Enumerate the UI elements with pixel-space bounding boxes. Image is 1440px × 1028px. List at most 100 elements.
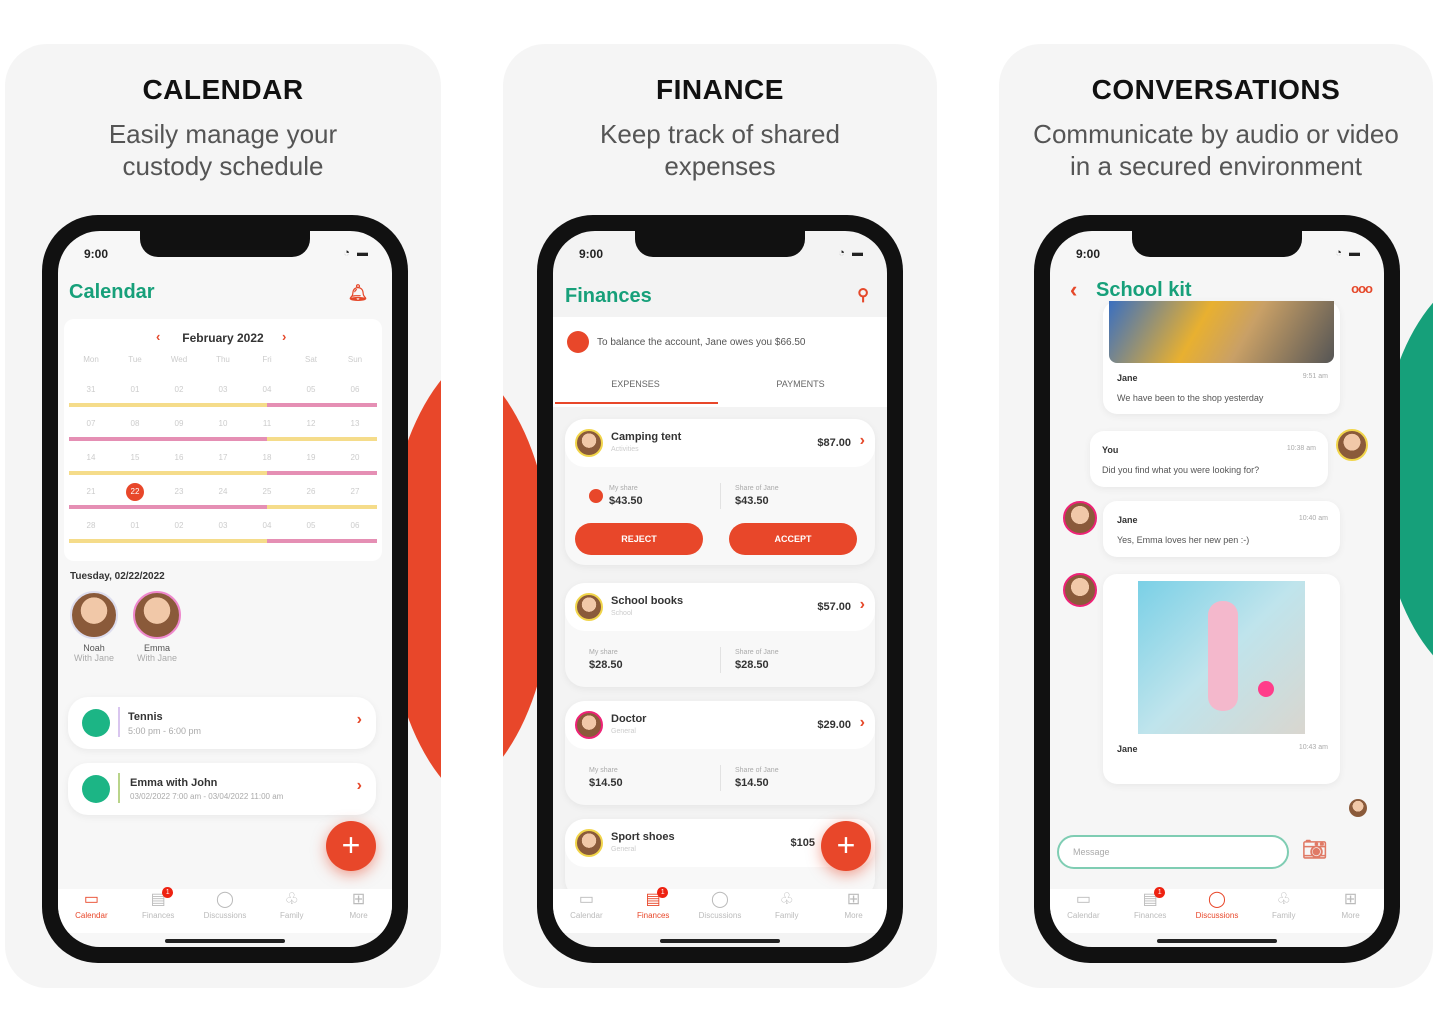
search-icon[interactable]: ⚲: [857, 285, 869, 305]
calendar-day[interactable]: 31: [82, 381, 100, 399]
conversation-title: School kit: [1096, 279, 1192, 301]
calendar-day[interactable]: 05: [302, 381, 320, 399]
tab-discussions[interactable]: ◯ Discussions: [690, 889, 750, 933]
tab-discussions[interactable]: ◯ Discussions: [1187, 889, 1247, 933]
calendar-day[interactable]: 06: [346, 517, 364, 535]
expense-card[interactable]: Doctor General $29.00 › My share $14.50 …: [565, 701, 875, 805]
weekday-label: Thu: [216, 355, 230, 364]
calendar-panel: CALENDAR Easily manage your custody sched…: [5, 44, 441, 988]
child-avatar-emma[interactable]: [133, 591, 181, 639]
tab-finances[interactable]: ▤ Finances 1: [1120, 887, 1180, 933]
tab-icon: ⊞: [351, 891, 366, 908]
avatar: [575, 829, 603, 857]
message-input[interactable]: Message: [1057, 835, 1289, 869]
phone-frame: 9:00 ◔ ▬ Finances ⚲ To balance the accou…: [537, 215, 903, 963]
chevron-right-icon: ›: [356, 711, 362, 728]
calendar-day[interactable]: 10: [214, 415, 232, 433]
chevron-right-icon: ›: [859, 714, 865, 731]
calendar-day[interactable]: 16: [170, 449, 188, 467]
phone-frame: 9:00 ◔ ▬ Calendar 🔔︎ ‹ February 2022 › M…: [42, 215, 408, 963]
notification-badge: 1: [657, 887, 669, 898]
panel-subtitle: Keep track of shared expenses: [600, 119, 840, 181]
calendar-day[interactable]: 22: [126, 483, 144, 501]
custody-bar: [267, 505, 377, 509]
calendar-day[interactable]: 08: [126, 415, 144, 433]
event-icon: [82, 775, 110, 803]
tab-calendar[interactable]: ▭ Calendar: [61, 889, 121, 933]
calendar-day[interactable]: 11: [258, 415, 276, 433]
back-arrow-icon[interactable]: ‹: [1070, 277, 1077, 303]
weekday-label: Sun: [347, 355, 363, 364]
calendar-day[interactable]: 28: [82, 517, 100, 535]
avatar: [1063, 573, 1097, 607]
expense-card[interactable]: Camping tent Activities $87.00 › My shar…: [565, 419, 875, 565]
child-avatar-noah[interactable]: [70, 591, 118, 639]
calendar-day[interactable]: 02: [170, 517, 188, 535]
calendar-day[interactable]: 18: [258, 449, 276, 467]
calendar-day[interactable]: 12: [302, 415, 320, 433]
calendar-day[interactable]: 19: [302, 449, 320, 467]
more-options-icon[interactable]: ooo: [1351, 281, 1373, 296]
calendar-day[interactable]: 15: [126, 449, 144, 467]
expense-card[interactable]: School books School $57.00 › My share $2…: [565, 583, 875, 687]
calendar-day[interactable]: 09: [170, 415, 188, 433]
calendar-day[interactable]: 04: [258, 381, 276, 399]
calendar-day[interactable]: 05: [302, 517, 320, 535]
chevron-right-icon: ›: [859, 596, 865, 613]
weekday-label: Mon: [83, 355, 99, 364]
calendar-day[interactable]: 21: [82, 483, 100, 501]
custody-bar: [69, 471, 267, 475]
calendar-day[interactable]: 27: [346, 483, 364, 501]
tab-icon: ♧: [284, 891, 299, 908]
camera-icon[interactable]: 📷︎: [1302, 837, 1327, 862]
chat-screen: 9:00 ◔ ▬ ‹ School kit ooo Jane 9:51 am W…: [1050, 231, 1384, 947]
avatar: [575, 429, 603, 457]
calendar-day[interactable]: 20: [346, 449, 364, 467]
custody-bar: [267, 403, 377, 407]
tab-calendar[interactable]: ▭ Calendar: [556, 889, 616, 933]
tab-calendar[interactable]: ▭ Calendar: [1053, 889, 1113, 933]
tab-more[interactable]: ⊞ More: [329, 889, 389, 933]
tab-family[interactable]: ♧ Family: [262, 889, 322, 933]
message-photo[interactable]: [1138, 581, 1305, 734]
finances-screen: 9:00 ◔ ▬ Finances ⚲ To balance the accou…: [553, 231, 887, 947]
tab-expenses[interactable]: EXPENSES: [553, 379, 718, 389]
reject-button[interactable]: REJECT: [575, 523, 703, 555]
calendar-day[interactable]: 06: [346, 381, 364, 399]
avatar: [575, 593, 603, 621]
tab-finances[interactable]: ▤ Finances 1: [623, 887, 683, 933]
calendar-day[interactable]: 01: [126, 517, 144, 535]
custody-bar: [69, 539, 267, 543]
calendar-day[interactable]: 04: [258, 517, 276, 535]
calendar-day[interactable]: 24: [214, 483, 232, 501]
calendar-day[interactable]: 14: [82, 449, 100, 467]
tab-payments[interactable]: PAYMENTS: [718, 379, 883, 389]
message-image[interactable]: [1109, 301, 1334, 363]
tab-family[interactable]: ♧ Family: [757, 889, 817, 933]
balance-icon: [567, 331, 589, 353]
message-bubble: Jane 10:40 am Yes, Emma loves her new pe…: [1103, 501, 1340, 557]
next-month-icon[interactable]: ›: [282, 329, 286, 344]
tab-family[interactable]: ♧ Family: [1254, 889, 1314, 933]
calendar-day[interactable]: 17: [214, 449, 232, 467]
calendar-day[interactable]: 01: [126, 381, 144, 399]
tab-finances[interactable]: ▤ Finances 1: [128, 887, 188, 933]
calendar-day[interactable]: 13: [346, 415, 364, 433]
bell-icon[interactable]: 🔔︎: [348, 283, 368, 303]
calendar-day[interactable]: 23: [170, 483, 188, 501]
add-button[interactable]: +: [821, 821, 871, 871]
event-card[interactable]: Emma with John 03/02/2022 7:00 am - 03/0…: [68, 763, 376, 815]
tab-discussions[interactable]: ◯ Discussions: [195, 889, 255, 933]
calendar-day[interactable]: 25: [258, 483, 276, 501]
calendar-day[interactable]: 07: [82, 415, 100, 433]
phone-frame: 9:00 ◔ ▬ ‹ School kit ooo Jane 9:51 am W…: [1034, 215, 1400, 963]
tab-more[interactable]: ⊞ More: [1321, 889, 1381, 933]
tab-more[interactable]: ⊞ More: [824, 889, 884, 933]
accept-button[interactable]: ACCEPT: [729, 523, 857, 555]
calendar-day[interactable]: 03: [214, 381, 232, 399]
calendar-day[interactable]: 03: [214, 517, 232, 535]
calendar-day[interactable]: 02: [170, 381, 188, 399]
add-button[interactable]: +: [326, 821, 376, 871]
calendar-day[interactable]: 26: [302, 483, 320, 501]
event-card[interactable]: Tennis 5:00 pm - 6:00 pm ›: [68, 697, 376, 749]
